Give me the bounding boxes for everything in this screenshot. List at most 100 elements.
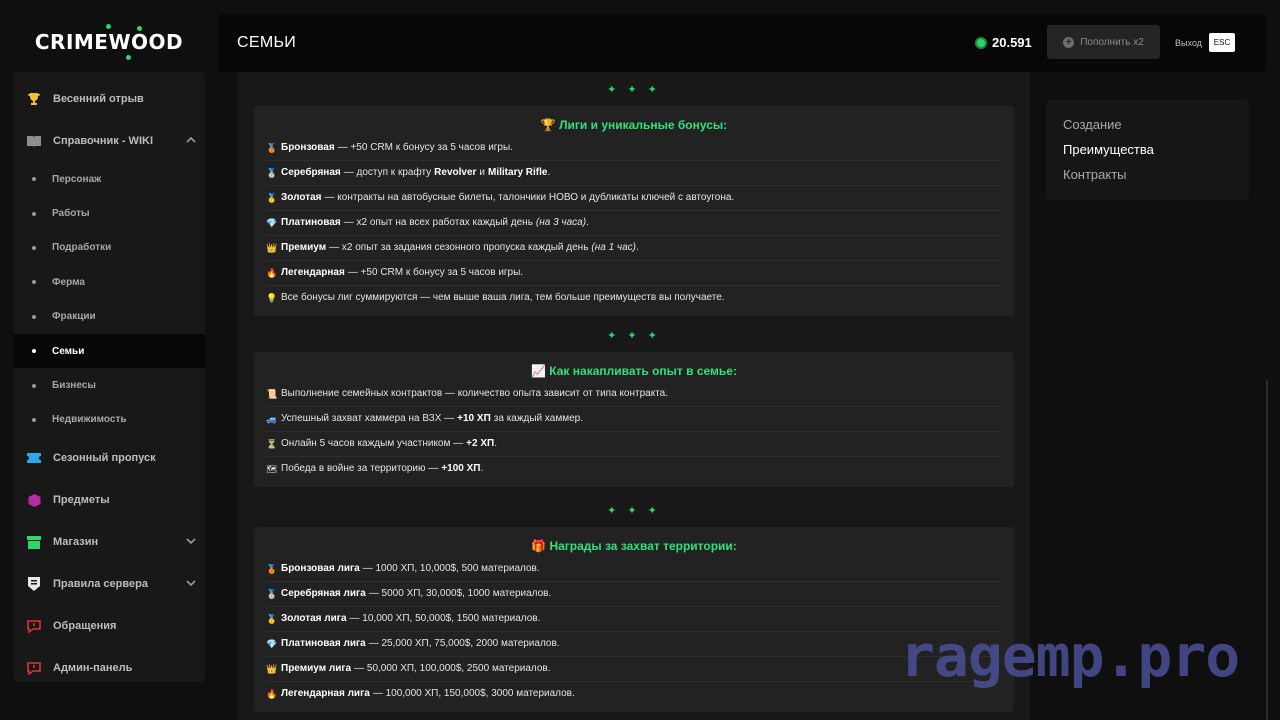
logo-text: CRIMEWOOD — [34, 30, 184, 54]
item-bold: Платиновая лига — [281, 638, 366, 649]
item-bold: Премиум лига — [281, 663, 352, 674]
leagues-section: 🏆 Лиги и уникальные бонусы: 🥉 Бронзовая — … — [254, 106, 1014, 316]
diamond-icon: 💎 — [266, 218, 278, 228]
esc-button[interactable]: ESC — [1209, 33, 1235, 52]
trophy-icon — [26, 91, 42, 107]
bullet-icon — [32, 314, 36, 319]
toc-item-contracts[interactable]: Контракты — [1063, 167, 1249, 192]
item-text: — 100,000 ХП, 150,000$, 3000 материалов. — [372, 688, 575, 699]
sidebar-sub-realty[interactable]: Недвижимость — [14, 403, 205, 437]
sidebar-sub-label: Подработки — [52, 242, 112, 254]
list-item: 🔥 Легендарная — +50 CRM к бонусу за 5 часо… — [266, 261, 1002, 286]
sidebar-item-tickets[interactable]: Обращения — [14, 605, 205, 647]
jeep-icon: 🚙 — [266, 414, 278, 424]
sidebar-sub-businesses[interactable]: Бизнесы — [14, 368, 205, 402]
scrollbar[interactable] — [1266, 380, 1268, 720]
list-item: 🥇 Золотая лига — 10,000 ХП, 50,000$, 1500 … — [266, 607, 1002, 632]
item-text: — x2 опыт на всех работах каждый день — [343, 217, 533, 228]
item-text: — контракты на автобусные билеты, талонч… — [324, 192, 735, 203]
sidebar-item-spring-event[interactable]: Весенний отрыв — [14, 78, 205, 120]
lightbulb-icon: 💡 — [266, 293, 278, 303]
sidebar-sub-label: Работы — [52, 208, 90, 220]
sidebar-item-season-pass[interactable]: Сезонный пропуск — [14, 437, 205, 479]
item-bold: Серебряная — [281, 167, 341, 178]
bronze-medal-icon: 🥉 — [266, 564, 278, 574]
plus-icon: + — [1063, 36, 1075, 48]
section-title: 🎁 Награды за захват территории: — [531, 539, 737, 553]
list-item: 🥇 Золотая — контракты на автобусные билеты… — [266, 186, 1002, 211]
item-bold: Платиновая — [281, 217, 341, 228]
bullet-icon — [32, 177, 36, 182]
item-text: . — [480, 463, 484, 474]
item-bold: Бронзовая — [281, 142, 335, 153]
sidebar-sub-character[interactable]: Персонаж — [14, 162, 205, 196]
logo-dot — [126, 55, 131, 60]
toc-item-creation[interactable]: Создание — [1063, 117, 1249, 142]
item-text: . — [636, 242, 639, 253]
sidebar-sub-label: Ферма — [52, 276, 85, 288]
item-text: за каждый хаммер. — [493, 413, 584, 424]
admin-chat-icon — [26, 660, 42, 676]
list-item: 💡 Все бонусы лиг суммируются — чем выше в… — [266, 286, 1002, 310]
item-bold: +10 ХП — [457, 413, 491, 424]
separator: ✦ ✦ ✦ — [607, 504, 661, 517]
table-of-contents: Создание Преимущества Контракты — [1046, 100, 1249, 200]
sidebar-sub-families[interactable]: Семьи — [14, 333, 205, 369]
bullet-icon — [32, 211, 36, 216]
sidebar-item-label: Предметы — [53, 494, 110, 507]
item-text: Все бонусы лиг суммируются — чем выше ва… — [281, 292, 725, 303]
item-text: Выполнение семейных контрактов — количес… — [281, 388, 669, 399]
sidebar-item-label: Весенний отрыв — [53, 93, 144, 105]
item-bold: Легендарная — [281, 267, 345, 278]
list-item: 💎 Платиновая лига — 25,000 ХП, 75,000$, 20… — [266, 632, 1002, 657]
item-italic: (на 1 час) — [591, 242, 636, 253]
item-text: — 10,000 ХП, 50,000$, 1500 материалов. — [349, 613, 541, 624]
item-text: — x2 опыт за задания сезонного пропуска … — [329, 242, 589, 253]
app-window: CRIMEWOOD Весенний отрыв Справочник - WI… — [0, 0, 1280, 720]
sidebar-sub-farm[interactable]: Ферма — [14, 265, 205, 299]
chat-icon — [26, 618, 42, 634]
sidebar-item-rules[interactable]: Правила сервера — [14, 563, 205, 605]
sidebar-item-label: Магазин — [53, 536, 99, 549]
book-icon — [26, 133, 42, 149]
item-bold: Золотая — [281, 192, 322, 203]
chevron-down-icon[interactable] — [185, 535, 197, 547]
chevron-up-icon[interactable] — [185, 134, 197, 146]
sidebar-sub-side-jobs[interactable]: Подработки — [14, 231, 205, 265]
watermark: ragemp.pro — [900, 622, 1240, 690]
list-item: 🔥 Легендарная лига — 100,000 ХП, 150,000$,… — [266, 682, 1002, 706]
logo-dot — [106, 24, 111, 29]
item-bold: Серебряная лига — [281, 588, 366, 599]
chevron-down-icon[interactable] — [185, 577, 197, 589]
sidebar-item-shop[interactable]: Магазин — [14, 521, 205, 563]
crown-icon: 👑 — [266, 243, 278, 253]
sidebar-item-label: Сезонный пропуск — [53, 452, 156, 465]
item-text: . — [547, 167, 551, 178]
balance: 20.591 — [975, 35, 1032, 50]
sidebar-sub-label: Персонаж — [52, 173, 102, 185]
shop-icon — [26, 534, 42, 550]
sidebar-sub-label: Недвижимость — [52, 414, 127, 426]
bullet-icon — [32, 417, 36, 422]
sidebar-sub-jobs[interactable]: Работы — [14, 196, 205, 230]
list-item: 👑 Премиум — x2 опыт за задания сезонного п… — [266, 236, 1002, 261]
sidebar-item-label: Правила сервера — [53, 578, 148, 591]
sidebar-item-admin-panel[interactable]: Админ-панель — [14, 647, 205, 689]
top-bar: СЕМЬИ 20.591 + Пополнить x2 Выход ESC — [218, 14, 1266, 72]
item-text: — +50 CRM к бонусу за 5 часов игры. — [347, 267, 524, 278]
list-item: ⏳ Онлайн 5 часов каждым участником — +2 ХП… — [266, 432, 1002, 457]
topup-button[interactable]: + Пополнить x2 — [1047, 25, 1160, 59]
sidebar-item-items[interactable]: Предметы — [14, 479, 205, 521]
logo[interactable]: CRIMEWOOD — [14, 14, 204, 70]
coin-icon — [975, 36, 987, 49]
topup-label: Пополнить x2 — [1080, 36, 1144, 48]
sidebar-item-wiki[interactable]: Справочник - WIKI — [14, 120, 205, 162]
scroll-icon: 📜 — [266, 389, 278, 399]
gold-medal-icon: 🥇 — [266, 614, 278, 624]
toc-item-advantages[interactable]: Преимущества — [1063, 142, 1249, 167]
shield-icon — [26, 576, 42, 592]
gold-medal-icon: 🥇 — [266, 193, 278, 203]
map-icon: 🗺 — [266, 464, 278, 474]
sidebar-sub-label: Бизнесы — [52, 380, 96, 392]
sidebar-sub-factions[interactable]: Фракции — [14, 300, 205, 334]
